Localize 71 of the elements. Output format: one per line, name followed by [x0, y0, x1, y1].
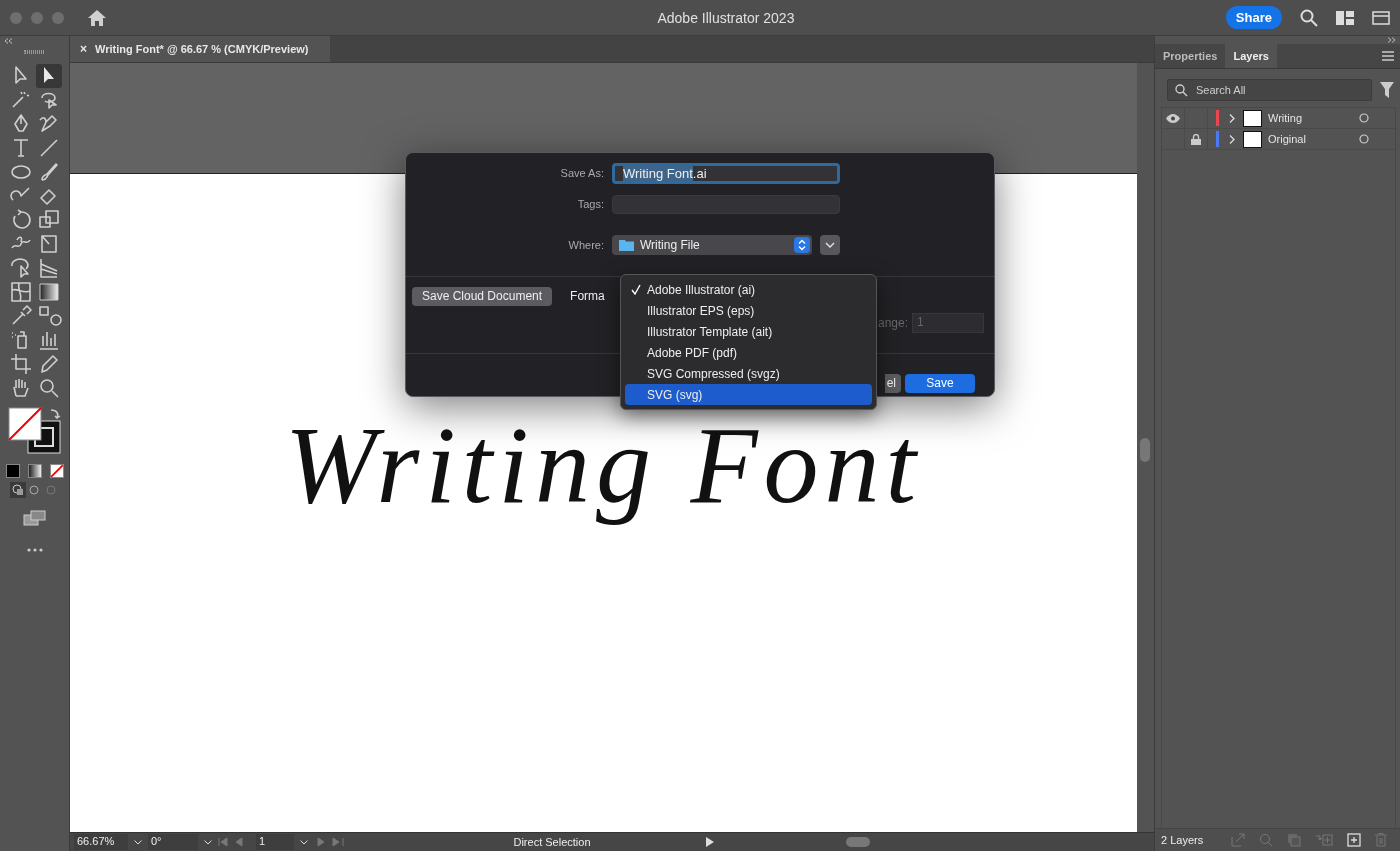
panel-tab[interactable]: Layers [1225, 44, 1277, 68]
none-swatch-icon[interactable] [49, 464, 64, 478]
folder-icon [619, 239, 634, 251]
layer-row[interactable]: Original [1162, 129, 1395, 150]
range-label: ange: [877, 316, 908, 330]
tags-label: Tags: [576, 198, 604, 210]
layer-count: 2 Layers [1161, 834, 1204, 846]
layer-name[interactable]: Original [1268, 133, 1359, 145]
layer-name[interactable]: Writing [1268, 112, 1359, 124]
expand-button[interactable] [820, 235, 840, 255]
menu-icon[interactable] [1382, 51, 1394, 61]
target-icon[interactable] [1359, 134, 1369, 144]
filter-icon[interactable] [1380, 82, 1394, 98]
menu-item[interactable]: Adobe PDF (pdf) [625, 342, 872, 363]
gradient-swatch[interactable] [27, 464, 42, 478]
scroll-thumb[interactable] [1140, 438, 1150, 462]
menu-item[interactable]: SVG (svg) [625, 384, 872, 405]
layer-row[interactable]: Writing [1162, 108, 1395, 129]
artboard-field[interactable]: 1 [256, 834, 294, 850]
direct-tool-icon[interactable] [35, 64, 62, 88]
scroll-thumb[interactable] [846, 837, 870, 847]
rotation-field[interactable]: 0° [148, 834, 198, 850]
caret-icon[interactable] [134, 839, 142, 845]
play-icon[interactable] [706, 837, 714, 847]
target-icon[interactable] [1359, 113, 1369, 123]
save-as-label: Save As: [559, 167, 604, 179]
search-icon [1175, 84, 1188, 97]
color-swatch[interactable] [5, 464, 20, 478]
layer-thumbnail [1243, 109, 1262, 127]
menu-item[interactable]: Adobe Illustrator (ai) [625, 279, 872, 300]
artwork-text: Writing Font [284, 410, 923, 528]
save-button[interactable]: Save [905, 373, 975, 393]
collapse-icon[interactable] [1387, 37, 1396, 43]
zoom-field[interactable]: 66.67% [74, 834, 128, 850]
expand-icon[interactable] [1229, 113, 1235, 123]
close-tab-icon[interactable]: × [80, 42, 87, 56]
tags-field[interactable] [612, 194, 840, 214]
window-title: Adobe Illustrator 2023 [656, 9, 796, 26]
collapse-icon[interactable] [4, 38, 13, 44]
caret-icon[interactable] [300, 839, 308, 845]
grip-icon[interactable] [24, 50, 45, 54]
clipping-mask-icon[interactable] [1287, 833, 1302, 847]
cancel-button[interactable]: el [884, 373, 901, 393]
new-layer-icon[interactable] [1347, 833, 1362, 847]
filename-field[interactable]: Writing Font.ai [612, 162, 840, 184]
lock-icon [1191, 133, 1201, 145]
menu-item[interactable]: Illustrator EPS (eps) [625, 300, 872, 321]
more-icon[interactable] [26, 548, 43, 552]
search-icon[interactable] [1300, 8, 1318, 27]
stepper-icon [794, 237, 810, 253]
menu-item[interactable]: Illustrator Template (ait) [625, 321, 872, 342]
eye-icon [1166, 113, 1180, 123]
fill-stroke-swatch-icon[interactable] [6, 406, 63, 456]
layer-thumbnail [1243, 130, 1262, 148]
share-button[interactable]: Share [1225, 6, 1282, 29]
save-cloud-document-button[interactable]: Save Cloud Document [412, 286, 553, 306]
where-label: Where: [567, 239, 604, 251]
menu-item[interactable]: SVG Compressed (svgz) [625, 363, 872, 384]
chevron-down-icon [825, 242, 835, 248]
search-field[interactable]: Search All [1167, 79, 1372, 101]
current-tool-label: Direct Selection [512, 836, 592, 848]
screen-mode-icon[interactable] [22, 510, 47, 526]
format-label: Forma [570, 289, 605, 303]
where-dropdown[interactable]: Writing File [612, 235, 812, 255]
panel-layout-icon[interactable] [1372, 10, 1390, 25]
panel-tab[interactable]: Properties [1155, 44, 1226, 68]
home-icon[interactable] [88, 9, 106, 26]
expand-icon[interactable] [1229, 134, 1235, 144]
document-tab[interactable]: × Writing Font* @ 66.67 % (CMYK/Preview) [70, 36, 330, 62]
caret-icon[interactable] [204, 839, 212, 845]
workspace-icon[interactable] [1336, 10, 1354, 25]
